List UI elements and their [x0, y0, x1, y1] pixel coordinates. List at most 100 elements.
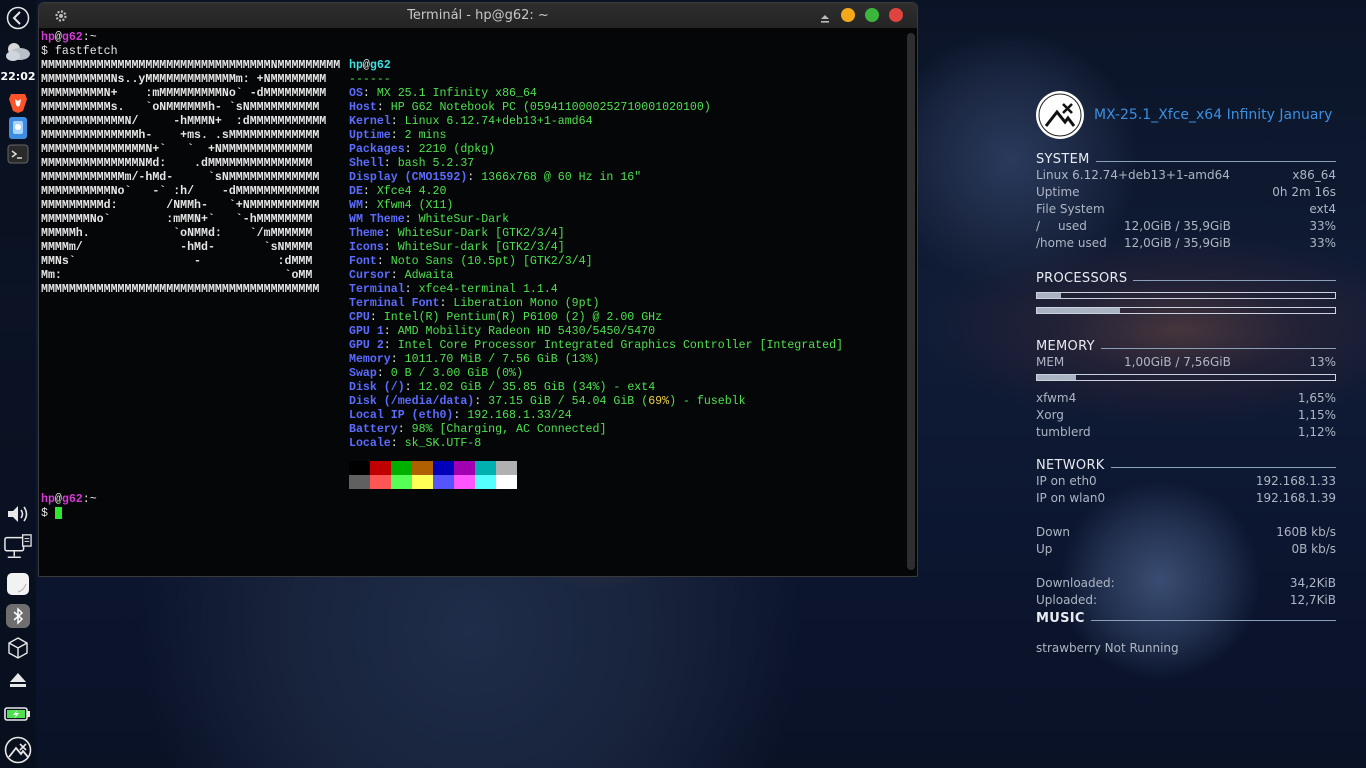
cpu2-bar: [1036, 307, 1336, 314]
shade-window-icon[interactable]: [819, 9, 831, 28]
palette-swatch: [391, 461, 412, 475]
info-at: @: [362, 59, 370, 72]
palette-swatch: [349, 461, 370, 475]
wlan-ip: 192.168.1.39: [1255, 491, 1336, 505]
uploaded-label: Uploaded:: [1036, 593, 1098, 607]
info-row: Packages: 2210 (dpkg): [349, 143, 496, 156]
mx-menu-icon[interactable]: [4, 736, 32, 764]
file-manager-icon[interactable]: [4, 114, 32, 142]
ascii-logo-line: MMMMMMMMMMMMMMNMd: .dMMMMMMMMMMMMMMM: [41, 157, 313, 170]
process-row: xfwm4 1,65%: [1036, 391, 1336, 405]
info-row: GPU 1: AMD Mobility Radeon HD 5430/5450/…: [349, 325, 656, 338]
info-row: Kernel: Linux 6.12.74+deb13+1-amd64: [349, 115, 593, 128]
info-locale: Locale: sk_SK.UTF-8: [349, 437, 482, 450]
ascii-logo-line: MMMMMMMMMMMMN/ -hMMMN+ :dMMMMMMMMMMM: [41, 115, 327, 128]
info-local-ip: Local IP (eth0): 192.168.1.33/24: [349, 409, 572, 422]
palette-swatch: [454, 461, 475, 475]
eth-label: IP on eth0: [1036, 474, 1097, 488]
section-title: SYSTEM: [1036, 152, 1090, 167]
palette-row-bottom: [349, 475, 517, 489]
music-section: MUSIC strawberry Not Running: [1036, 611, 1336, 657]
info-dashes: ------: [349, 73, 391, 86]
up-value: 0B kb/s: [1291, 542, 1336, 556]
ascii-logo-line: MMMMMMMMMMMMMMMMMMMMMMMMMMMMMMMMMNMMMMMM…: [41, 59, 341, 72]
terminal-icon[interactable]: [4, 140, 32, 168]
uptime-value: 0h 2m 16s: [1272, 185, 1336, 199]
palette-swatch: [496, 461, 517, 475]
info-user: hp: [349, 59, 363, 72]
panel-clock[interactable]: 22:02: [0, 70, 36, 83]
notes-icon[interactable]: [4, 570, 32, 598]
palette-swatch: [412, 461, 433, 475]
kernel-value: Linux 6.12.74+deb13+1-amd64: [1036, 168, 1230, 182]
ascii-logo-line: MMMMMMMMMMNs..yMMMMMMMMMMMMMm: +NMMMMMMM…: [41, 73, 327, 86]
command-line: $ fastfetch: [41, 45, 118, 58]
system-section: SYSTEM Linux 6.12.74+deb13+1-amd64 x86_64…: [1036, 152, 1336, 252]
info-row: Terminal Font: Liberation Mono (9pt): [349, 297, 600, 310]
conky-title: MX-25.1_Xfce_x64 Infinity January: [1094, 107, 1333, 123]
bluetooth-icon[interactable]: [4, 602, 32, 630]
ascii-logo-line: MMMMMMMMMMMMMMMMMMMMMMMMMMMMMMMMMMMMMMMM: [41, 283, 320, 296]
terminal-scrollbar[interactable]: [907, 33, 915, 570]
arch-value: x86_64: [1292, 168, 1336, 182]
network-icon[interactable]: [4, 533, 32, 561]
ascii-logo: MMMMMMMMMMMMMMMMMMMMMMMMMMMMMMMMMNMMMMMM…: [41, 59, 340, 297]
section-title: NETWORK: [1036, 458, 1105, 473]
ascii-logo-line: MMMMm/ -hMd- `sNMMMM: [41, 241, 313, 254]
info-host: g62: [369, 59, 391, 72]
weather-icon[interactable]: [4, 38, 32, 66]
ascii-logo-line: MMMMMMMMMMMMm/-hMd- `sNMMMMMMMMMMMMM: [41, 171, 320, 184]
eject-icon[interactable]: [4, 666, 32, 694]
minimize-button[interactable]: [841, 8, 855, 22]
ascii-logo-line: MMMMMh. `oNMMd: `/mMMMMMM: [41, 227, 313, 240]
battery-icon[interactable]: [4, 700, 32, 728]
terminal-window[interactable]: Terminál - hp@g62: ~ hp@g62:~ $ fastfetc…: [38, 2, 918, 577]
current-prompt[interactable]: hp@g62:~ $: [41, 493, 97, 521]
conky-widget: MX-25.1_Xfce_x64 Infinity January SYSTEM…: [1036, 88, 1336, 655]
root-used-value: 12,0GiB / 35,9GiB: [1124, 219, 1231, 233]
left-panel: 22:02: [0, 0, 36, 768]
mem-pct: 13%: [1309, 355, 1336, 369]
info-row: WM: Xfwm4 (X11): [349, 199, 454, 212]
info-row: CPU: Intel(R) Pentium(R) P6100 (2) @ 2.0…: [349, 311, 663, 324]
info-row: Icons: WhiteSur-dark [GTK2/3/4]: [349, 241, 565, 254]
mem-value: 1,00GiB / 7,56GiB: [1124, 355, 1231, 369]
music-status: strawberry Not Running: [1036, 641, 1179, 655]
home-label: /home used: [1036, 236, 1107, 250]
uploaded-value: 12,7KiB: [1289, 593, 1336, 607]
info-disk-data: Disk (/media/data): 37.15 GiB / 54.04 Gi…: [349, 395, 746, 408]
palette-swatch: [433, 475, 454, 489]
info-row: Display (CMO1592): 1366x768 @ 60 Hz in 1…: [349, 171, 642, 184]
package-icon[interactable]: [4, 634, 32, 662]
info-header: hp@g62: [349, 59, 843, 73]
section-title: PROCESSORS: [1036, 271, 1128, 286]
brave-browser-icon[interactable]: [4, 88, 32, 116]
palette-swatch: [412, 475, 433, 489]
palette-swatch: [349, 475, 370, 489]
processors-section: PROCESSORS: [1036, 271, 1336, 317]
maximize-button[interactable]: [865, 8, 879, 22]
ascii-logo-line: MMMMMMMMMd: /NMMh- `+NMMMMMMMMMM: [41, 199, 320, 212]
section-title: MEMORY: [1036, 339, 1095, 354]
info-row: Uptime: 2 mins: [349, 129, 447, 142]
terminal-output[interactable]: hp@g62:~ $ fastfetch MMMMMMMMMMMMMMMMMMM…: [39, 28, 903, 576]
memory-section: MEMORY MEM 1,00GiB / 7,56GiB 13% xfwm4 1,65…: [1036, 339, 1336, 441]
prompt-user: hp: [41, 31, 55, 44]
back-arrow-icon[interactable]: [4, 4, 32, 32]
palette-swatch: [433, 461, 454, 475]
downloaded-value: 34,2KiB: [1289, 576, 1336, 590]
section-title: MUSIC: [1036, 611, 1085, 626]
palette-swatch: [475, 461, 496, 475]
home-used-value: 12,0GiB / 35,9GiB: [1124, 236, 1231, 250]
network-section: NETWORK IP on eth0 192.168.1.33 IP on wla…: [1036, 458, 1336, 609]
ascii-logo-line: MMMMMMMMMMNo` -` :h/ -dMMMMMMMMMMMM: [41, 185, 320, 198]
ascii-logo-line: Mm: `oMM: [41, 269, 313, 282]
volume-icon[interactable]: [4, 500, 32, 528]
window-titlebar[interactable]: Terminál - hp@g62: ~: [39, 3, 917, 28]
info-row: Shell: bash 5.2.37: [349, 157, 475, 170]
ascii-logo-line: MMMMMMMMMMMMMMMN+` ` +NMMMMMMMMMMMMM: [41, 143, 313, 156]
info-memory: Memory: 1011.70 MiB / 7.56 GiB (13%): [349, 353, 600, 366]
close-button[interactable]: [889, 8, 903, 22]
system-info: hp@g62 ------ OS: MX 25.1 Infinity x86_6…: [349, 59, 843, 451]
info-disk-root: Disk (/): 12.02 GiB / 35.85 GiB (34%) - …: [349, 381, 656, 394]
